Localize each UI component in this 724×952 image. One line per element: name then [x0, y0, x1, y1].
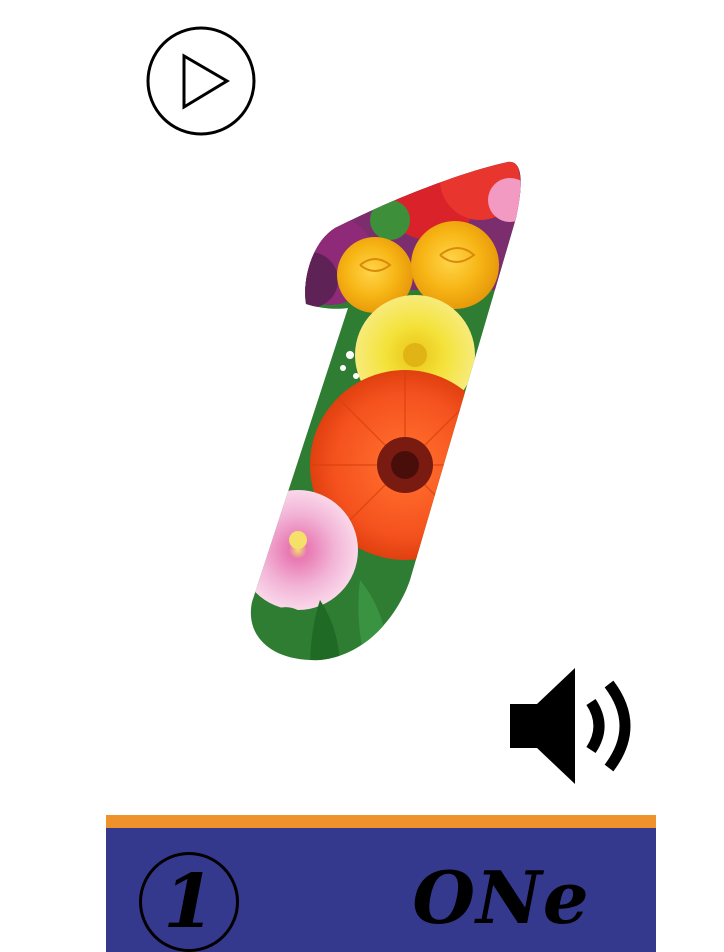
speaker-button[interactable]: [505, 662, 645, 790]
word-bar: 1 ONe: [106, 815, 656, 952]
floral-numeral-one: [240, 150, 540, 670]
digit-badge: 1: [139, 852, 239, 952]
play-button[interactable]: [145, 25, 257, 137]
word-bar-panel: 1 ONe: [106, 828, 656, 952]
digit-label: 1: [163, 859, 215, 945]
number-word: ONe: [412, 855, 590, 940]
speaker-icon: [510, 668, 631, 784]
word-bar-accent: [106, 815, 656, 828]
play-icon: [146, 26, 256, 136]
